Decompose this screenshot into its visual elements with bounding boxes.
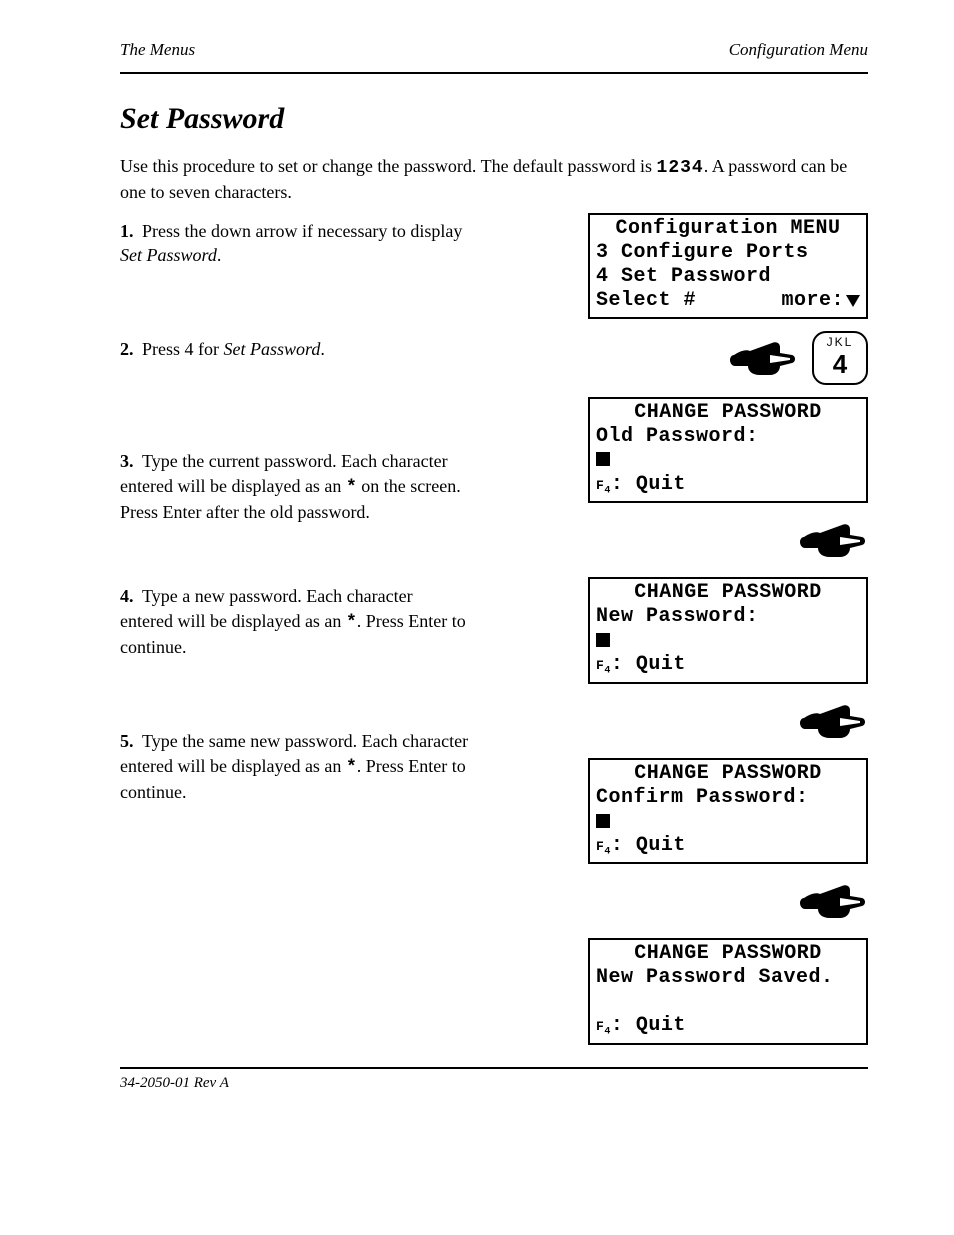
step-5: 5.Type the same new password. Each chara… [120, 729, 470, 804]
lcd-password-saved: CHANGE PASSWORD New Password Saved. F4: … [588, 938, 868, 1045]
step-3: 3.Type the current password. Each charac… [120, 449, 470, 524]
top-rule [120, 72, 868, 74]
pointing-hand-icon [796, 515, 868, 565]
header-left: The Menus [120, 40, 195, 60]
step-2: 2.Press 4 for Set Password. [120, 337, 470, 361]
lcd-old-password: CHANGE PASSWORD Old Password: F4: Quit [588, 397, 868, 504]
keypad-key-4[interactable]: JKL 4 [812, 331, 868, 385]
pointing-hand-icon [796, 876, 868, 926]
header-right: Configuration Menu [729, 40, 868, 60]
steps-column: 1.Press the down arrow if necessary to d… [120, 213, 470, 1045]
hand-row-1 [588, 515, 868, 565]
bottom-rule [120, 1067, 868, 1069]
hand-row-2 [588, 696, 868, 746]
lcd-config-menu: Configuration MENU 3 Configure Ports 4 S… [588, 213, 868, 319]
step-1: 1.Press the down arrow if necessary to d… [120, 219, 470, 268]
press-key-4: JKL 4 [588, 331, 868, 385]
footer-text: 34-2050-01 Rev A [120, 1075, 868, 1092]
pointing-hand-icon [796, 696, 868, 746]
hand-row-3 [588, 876, 868, 926]
intro-text: Use this procedure to set or change the … [120, 154, 868, 205]
page-heading: Set Password [120, 102, 868, 136]
step-4: 4.Type a new password. Each character en… [120, 584, 470, 659]
down-arrow-icon [846, 295, 860, 307]
cursor-icon [596, 633, 610, 647]
cursor-icon [596, 452, 610, 466]
screens-column: Configuration MENU 3 Configure Ports 4 S… [488, 213, 868, 1045]
lcd-new-password: CHANGE PASSWORD New Password: F4: Quit [588, 577, 868, 684]
pointing-hand-icon [726, 333, 798, 383]
lcd-confirm-password: CHANGE PASSWORD Confirm Password: F4: Qu… [588, 758, 868, 865]
cursor-icon [596, 814, 610, 828]
